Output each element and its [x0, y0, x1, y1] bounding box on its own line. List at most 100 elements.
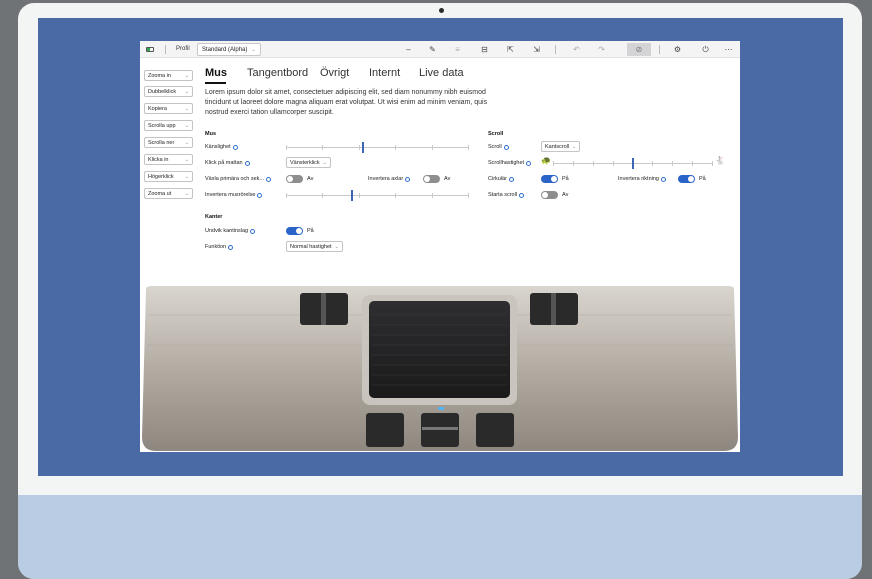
circular-scroll-value: På	[562, 176, 569, 182]
move-icon[interactable]: ⇲	[530, 43, 543, 56]
swap-buttons-label-text: Växla primära och sek...	[205, 176, 264, 182]
circular-scroll-label: Cirkulär	[488, 176, 514, 182]
edge-function-select[interactable]: Normal hastighet ⌄	[286, 241, 343, 252]
camera-dot	[439, 8, 444, 13]
list-icon[interactable]: ≡	[451, 43, 464, 56]
info-icon[interactable]	[503, 144, 509, 150]
undo-icon[interactable]: ↶	[570, 43, 583, 56]
tab-keyboard[interactable]: Tangentbord	[247, 67, 308, 79]
invert-axes-label-text: Invertera axlar	[368, 176, 404, 182]
invert-axes-label: Invertera axlar	[368, 176, 411, 182]
chevron-down-icon: ⌄	[184, 139, 189, 146]
action-copy[interactable]: Kopiera ⌄	[144, 103, 193, 114]
slider-thumb[interactable]	[350, 190, 353, 201]
info-icon[interactable]	[519, 192, 525, 198]
scroll-speed-label-text: Scrollhastighet	[488, 160, 525, 166]
sensitivity-label: Känslighet	[205, 144, 238, 150]
action-double-click[interactable]: Dubbelklick ⌄	[144, 86, 193, 97]
chevron-down-icon: ⌄	[572, 143, 577, 150]
info-icon[interactable]	[257, 192, 263, 198]
action-label: Dubbelklick	[148, 88, 177, 95]
action-label: Zooma in	[148, 72, 171, 79]
action-scroll-down[interactable]: Scrolla ner ⌄	[144, 137, 193, 148]
info-icon[interactable]	[232, 144, 238, 150]
chevron-down-icon: ⌄	[184, 88, 189, 95]
section-heading-scroll: Scroll	[488, 131, 504, 137]
start-scroll-toggle[interactable]	[541, 191, 558, 199]
info-icon[interactable]	[660, 176, 666, 182]
click-on-pad-select[interactable]: Vänsterklick ⌄	[286, 157, 331, 168]
avoid-edge-label: Undvik kantinslag	[205, 228, 256, 234]
action-right-click[interactable]: Högerklick ⌄	[144, 171, 193, 182]
chevron-down-icon: ⌄	[184, 72, 189, 79]
chevron-down-icon: ⌄	[184, 122, 189, 129]
pointer-icon[interactable]: ⇱	[504, 43, 517, 56]
action-click[interactable]: Klicka in ⌄	[144, 154, 193, 165]
chevron-down-icon: ⌄	[184, 190, 189, 197]
status-led	[438, 407, 444, 410]
circular-scroll-label-text: Cirkulär	[488, 176, 507, 182]
toolbar-divider	[555, 45, 556, 54]
swap-buttons-value: Av	[307, 176, 314, 182]
calibrate-icon[interactable]: ⊟	[478, 43, 491, 56]
info-icon[interactable]	[244, 160, 250, 166]
action-label: Zooma ut	[148, 190, 172, 197]
info-icon[interactable]	[228, 244, 234, 250]
power-icon[interactable]: ⏻	[699, 43, 712, 56]
profile-select[interactable]: Standard (Alpha) ⌄	[197, 43, 261, 56]
scroll-mode-label-text: Scroll	[488, 144, 502, 150]
avoid-edge-label-text: Undvik kantinslag	[205, 228, 249, 234]
section-heading-edges: Kanter	[205, 214, 223, 220]
invert-motion-slider[interactable]	[286, 190, 469, 201]
start-scroll-value: Av	[562, 192, 569, 198]
info-icon[interactable]	[266, 176, 271, 182]
monitor: Profil Standard (Alpha) ⌄ – ✎ ≡ ⊟ ⇱ ⇲ ↶ …	[18, 3, 862, 579]
info-icon[interactable]	[526, 160, 532, 166]
invert-direction-label: Invertera riktning	[618, 176, 666, 182]
more-icon[interactable]: ⋯	[722, 43, 735, 56]
tab-mus[interactable]: Mus	[205, 67, 227, 79]
invert-direction-label-text: Invertera riktning	[618, 176, 659, 182]
start-scroll-label-text: Starta scroll	[488, 192, 518, 198]
redo-icon[interactable]: ↷	[595, 43, 608, 56]
edge-function-label: Funktion	[205, 244, 234, 250]
action-zoom-in[interactable]: Zooma in ⌄	[144, 70, 193, 81]
gear-icon[interactable]: ⚙	[671, 43, 684, 56]
action-scroll-up[interactable]: Scrolla upp ⌄	[144, 120, 193, 131]
scroll-mode-select[interactable]: Kantscroll ⌄	[541, 141, 581, 152]
invert-direction-toggle[interactable]	[678, 175, 695, 183]
tab-other[interactable]: Övrigt	[320, 67, 349, 79]
desktop-screen: Profil Standard (Alpha) ⌄ – ✎ ≡ ⊟ ⇱ ⇲ ↶ …	[38, 18, 843, 476]
section-heading-mouse: Mus	[205, 131, 216, 137]
chevron-down-icon: ⌄	[184, 173, 189, 180]
minus-icon[interactable]: –	[402, 43, 415, 56]
active-tab-indicator	[205, 82, 226, 84]
toolbar-divider	[165, 45, 166, 54]
left-click-button	[366, 413, 404, 447]
slider-thumb[interactable]	[361, 142, 364, 153]
scroll-mode-value: Kantscroll	[545, 143, 570, 150]
avoid-edge-value: På	[307, 228, 314, 234]
click-on-pad-value: Vänsterklick	[290, 159, 320, 166]
tab-live-data[interactable]: Live data	[419, 67, 464, 79]
info-icon[interactable]	[250, 228, 256, 234]
toolbar-divider	[659, 45, 660, 54]
sensitivity-slider[interactable]	[286, 142, 469, 153]
pen-icon[interactable]: ✎	[426, 43, 439, 56]
slider-thumb[interactable]	[632, 158, 634, 169]
toolbar: Profil Standard (Alpha) ⌄ – ✎ ≡ ⊟ ⇱ ⇲ ↶ …	[140, 41, 740, 58]
start-scroll-label: Starta scroll	[488, 192, 525, 198]
tab-internal[interactable]: Internt	[369, 67, 400, 79]
info-icon[interactable]	[508, 176, 514, 182]
scroll-speed-slider[interactable]	[553, 158, 713, 169]
action-zoom-out[interactable]: Zooma ut ⌄	[144, 188, 193, 199]
swap-buttons-label: Växla primära och sek...	[205, 176, 271, 182]
info-icon[interactable]	[405, 176, 411, 182]
avoid-edge-toggle[interactable]	[286, 227, 303, 235]
chevron-down-icon: ⌄	[334, 243, 339, 250]
circular-scroll-toggle[interactable]	[541, 175, 558, 183]
right-click-button	[476, 413, 514, 447]
invert-axes-toggle[interactable]	[423, 175, 440, 183]
swap-buttons-toggle[interactable]	[286, 175, 303, 183]
stop-icon[interactable]: ⊘	[627, 43, 651, 56]
